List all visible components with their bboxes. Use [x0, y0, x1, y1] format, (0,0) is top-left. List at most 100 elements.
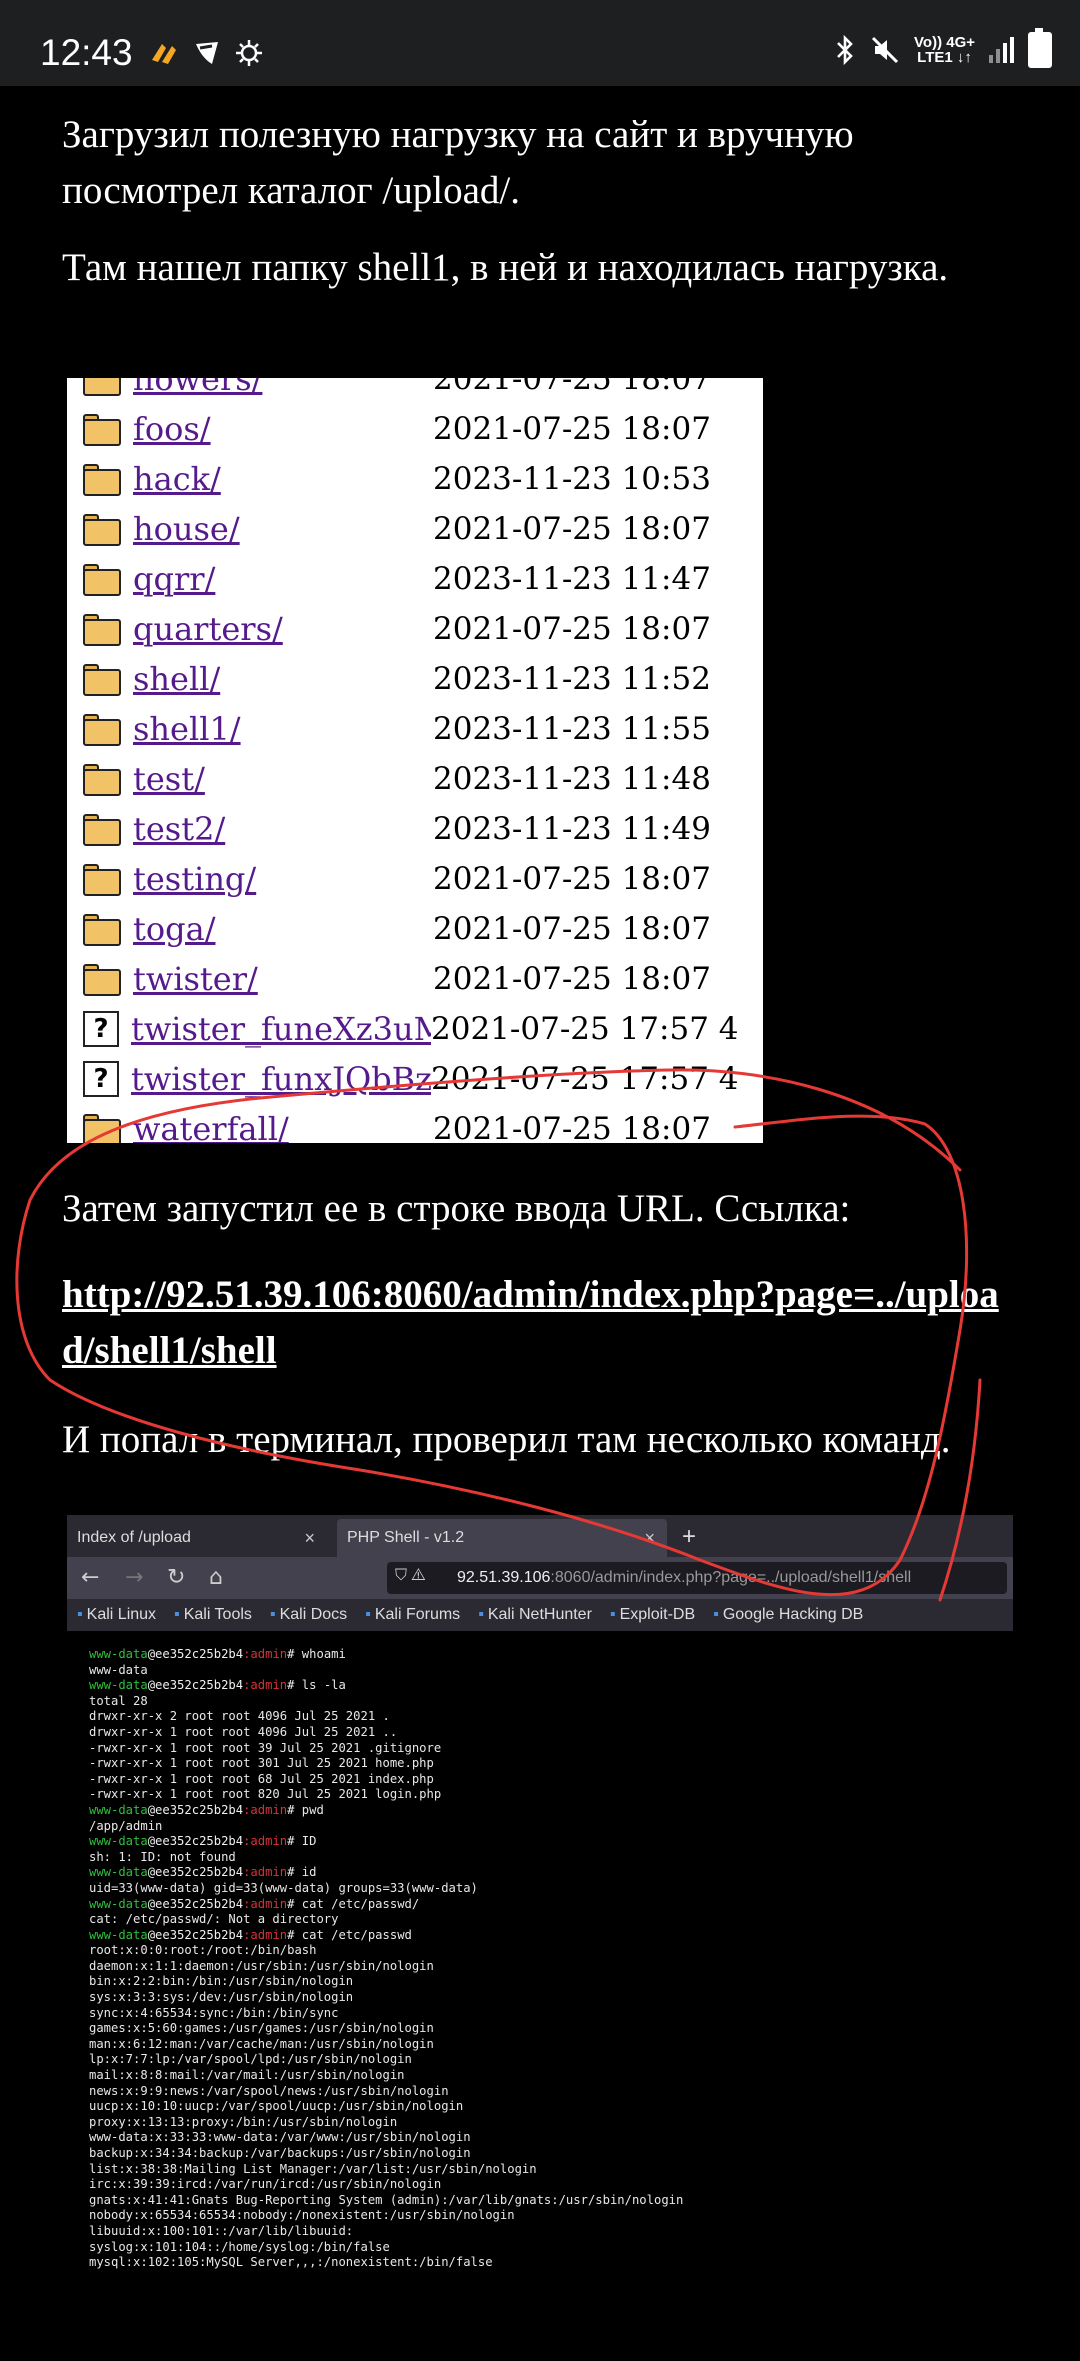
folder-icon	[83, 378, 121, 396]
folder-icon	[83, 914, 121, 946]
mute-icon	[871, 36, 899, 64]
listing-name-link[interactable]: shell/	[133, 660, 433, 698]
listing-row: twister/2021-07-25 18:07	[83, 954, 763, 1004]
close-icon[interactable]: ×	[644, 1528, 655, 1549]
terminal-output-line: irc:x:39:39:ircd:/var/run/ircd:/usr/sbin…	[89, 2177, 1009, 2193]
listing-name-link[interactable]: shell1/	[133, 710, 433, 748]
listing-name-link[interactable]: quarters/	[133, 610, 433, 648]
url-bar[interactable]: ⛉ ⚠ 92.51.39.106:8060/admin/index.php?pa…	[387, 1562, 1007, 1594]
reload-icon[interactable]: ↻	[167, 1565, 185, 1590]
listing-name-link[interactable]: twister_funxJQbBz	[131, 1060, 431, 1098]
notification-icons	[148, 38, 264, 68]
terminal-output-line: sh: 1: ID: not found	[89, 1850, 1009, 1866]
folder-icon	[83, 964, 121, 996]
terminal-text: -rwxr-xr-x 1 root root 301 Jul 25 2021 h…	[89, 1756, 434, 1771]
back-arrow-icon[interactable]: ←	[81, 1565, 99, 1590]
notification-app-icon	[152, 44, 176, 64]
terminal-prompt: www-data	[89, 1834, 148, 1849]
listing-name-link[interactable]: qqrr/	[133, 560, 433, 598]
bookmark-item[interactable]: ▪ Kali Forums	[365, 1606, 460, 1624]
listing-name-link[interactable]: toga/	[133, 910, 433, 948]
terminal-output-line: uid=33(www-data) gid=33(www-data) groups…	[89, 1881, 1009, 1897]
terminal-text: bin:x:2:2:bin:/bin:/usr/sbin/nologin	[89, 1974, 354, 1989]
terminal-text: backup:x:34:34:backup:/var/backups:/usr/…	[89, 2146, 471, 2160]
listing-row: testing/2021-07-25 18:07	[83, 854, 763, 904]
terminal-text: sh: 1: ID: not found	[89, 1849, 236, 1864]
bookmark-item[interactable]: ▪ Kali Linux	[77, 1606, 156, 1624]
paragraph-found-folder: Там нашел папку shell1, в ней и находила…	[62, 246, 949, 289]
terminal-text: total 28	[89, 1693, 148, 1708]
listing-name-link[interactable]: foos/	[133, 410, 433, 448]
terminal-output-line: -rwxr-xr-x 1 root root 820 Jul 25 2021 l…	[89, 1787, 1009, 1803]
listing-row: quarters/2021-07-25 18:07	[83, 604, 763, 654]
terminal-text: drwxr-xr-x 2 root root 4096 Jul 25 2021 …	[89, 1709, 390, 1724]
signal-icon	[989, 37, 1014, 63]
directory-listing-image: flowers/ 2021-07-25 18:07 foos/2021-07-2…	[67, 378, 763, 1143]
terminal-text: sync:x:4:65534:sync:/bin:/bin/sync	[89, 2005, 339, 2020]
home-icon[interactable]: ⌂	[209, 1565, 223, 1590]
listing-date: 2021-07-25 18:07	[433, 378, 711, 397]
tab-php-shell[interactable]: PHP Shell - v1.2 ×	[337, 1519, 667, 1557]
listing-row: shell/2023-11-23 11:52	[83, 654, 763, 704]
folder-icon	[83, 564, 121, 596]
folder-icon	[83, 514, 121, 546]
terminal-prompt: :admin	[243, 1896, 288, 1911]
folder-icon	[83, 764, 121, 796]
listing-date: 2021-07-25 18:07	[433, 911, 711, 947]
listing-row: hack/2023-11-23 10:53	[83, 454, 763, 504]
tab-index-upload[interactable]: Index of /upload ×	[67, 1519, 327, 1557]
listing-row: shell1/2023-11-23 11:55	[83, 704, 763, 754]
folder-icon	[83, 714, 121, 746]
terminal-text: daemon:x:1:1:daemon:/usr/sbin:/usr/sbin/…	[89, 1958, 434, 1973]
bookmark-label: Kali Tools	[183, 1606, 252, 1623]
listing-name-link[interactable]: twister_funeXz3uM	[131, 1010, 431, 1048]
listing-date: 2023-11-23 11:49	[433, 811, 711, 847]
terminal-output-line: total 28	[89, 1694, 1009, 1710]
battery-icon	[1028, 28, 1052, 68]
terminal-output-line: libuuid:x:100:101::/var/lib/libuuid:	[89, 2224, 1009, 2240]
bookmark-item[interactable]: ▪ Google Hacking DB	[713, 1606, 863, 1624]
bookmark-item[interactable]: ▪ Exploit-DB	[610, 1606, 695, 1624]
terminal-text: id	[294, 1865, 317, 1880]
listing-date: 2021-07-25 17:57 4	[431, 1061, 739, 1097]
bookmark-label: Kali Forums	[374, 1606, 461, 1623]
folder-icon	[83, 664, 121, 696]
listing-name-link[interactable]: test/	[133, 760, 433, 798]
shell-url-link[interactable]: http://92.51.39.106:8060/admin/index.php…	[62, 1267, 1022, 1379]
bookmark-item[interactable]: ▪ Kali Tools	[174, 1606, 252, 1624]
folder-icon	[83, 1114, 121, 1143]
terminal-output-line	[89, 2271, 1009, 2287]
listing-date: 2021-07-25 18:07	[433, 961, 711, 997]
status-time: 12:43	[40, 32, 133, 73]
listing-name-link[interactable]: house/	[133, 510, 433, 548]
bookmark-item[interactable]: ▪ Kali Docs	[270, 1606, 347, 1624]
paragraph-upload: Загрузил полезную нагрузку на сайт и вру…	[62, 113, 854, 212]
terminal-text: www-data:x:33:33:www-data:/var/www:/usr/…	[89, 2130, 471, 2145]
terminal-output-line: gnats:x:41:41:Gnats Bug-Reporting System…	[89, 2193, 1009, 2209]
terminal-text: sys:x:3:3:sys:/dev:/usr/sbin/nologin	[89, 1990, 354, 2005]
terminal-output-line	[89, 2349, 1009, 2361]
listing-name-link[interactable]: waterfall/	[133, 1110, 433, 1143]
close-icon[interactable]: ×	[304, 1528, 315, 1549]
terminal-text: syslog:x:101:104::/home/syslog:/bin/fals…	[89, 2239, 390, 2254]
listing-row: test/2023-11-23 11:48	[83, 754, 763, 804]
listing-row: ? twister_funeXz3uM 2021-07-25 17:57 4	[83, 1004, 763, 1054]
terminal-prompt: www-data	[89, 1678, 148, 1693]
terminal-text: uid=33(www-data) gid=33(www-data) groups…	[89, 1880, 478, 1895]
listing-name-link[interactable]: twister/	[133, 960, 433, 998]
new-tab-button[interactable]: +	[682, 1523, 696, 1551]
terminal-text: man:x:6:12:man:/var/cache/man:/usr/sbin/…	[89, 2036, 434, 2051]
terminal-text: ls -la	[294, 1678, 346, 1693]
listing-name-link[interactable]: hack/	[133, 460, 433, 498]
listing-name-link[interactable]: testing/	[133, 860, 433, 898]
terminal-text: ID	[294, 1834, 317, 1849]
bookmark-icon: ▪	[174, 1606, 180, 1623]
bookmark-item[interactable]: ▪ Kali NetHunter	[478, 1606, 592, 1624]
terminal-output-line: sync:x:4:65534:sync:/bin:/bin/sync	[89, 2006, 1009, 2022]
terminal-text: mysql:x:102:105:MySQL Server,,,:/nonexis…	[89, 2255, 493, 2270]
forward-arrow-icon[interactable]: →	[125, 1565, 143, 1590]
listing-name-link[interactable]: test2/	[133, 810, 433, 848]
